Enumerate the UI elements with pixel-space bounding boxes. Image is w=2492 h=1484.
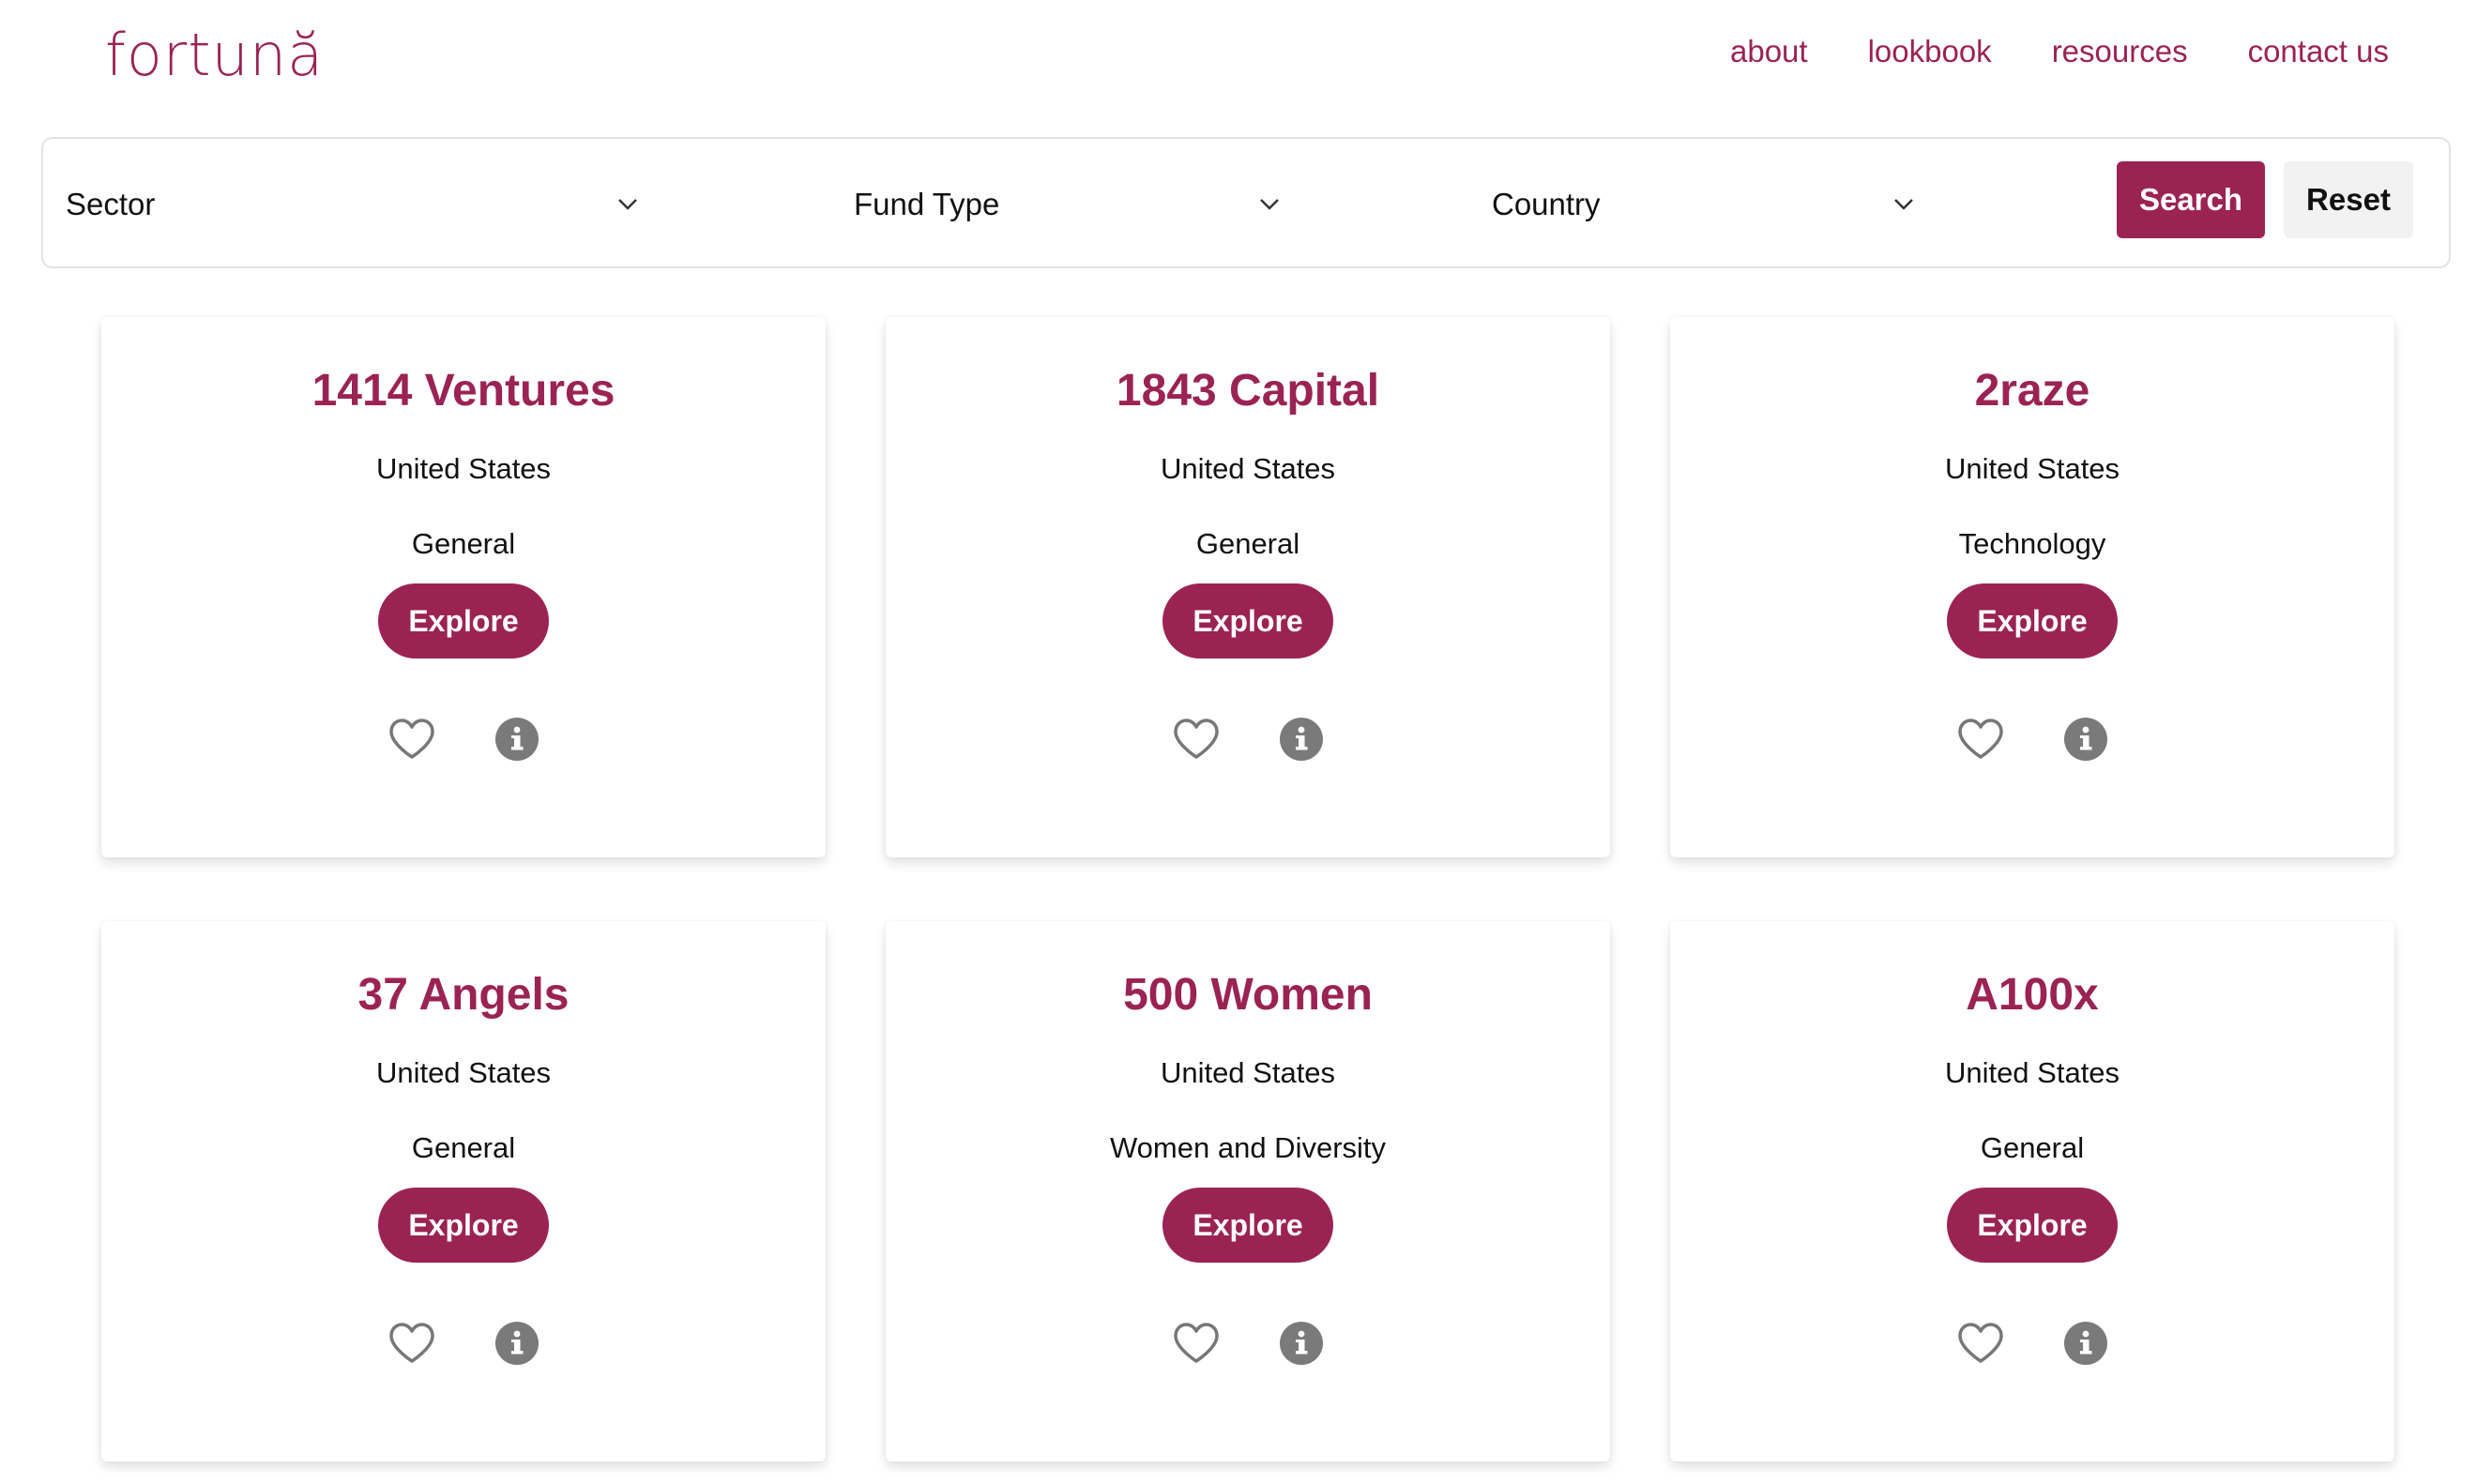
- heart-icon[interactable]: [1956, 1322, 2005, 1365]
- fund-card: 1843 Capital United States General Explo…: [886, 317, 1610, 857]
- nav-link-about[interactable]: about: [1730, 34, 1808, 69]
- fund-name: 1414 Ventures: [312, 366, 615, 416]
- fund-card: 37 Angels United States General Explore: [101, 921, 826, 1461]
- country-select-label: Country: [1492, 187, 1601, 221]
- explore-button[interactable]: Explore: [1162, 583, 1333, 659]
- fund-name: 1843 Capital: [1116, 366, 1380, 416]
- fund-country: United States: [1944, 1056, 2120, 1089]
- info-icon[interactable]: [2063, 717, 2108, 762]
- nav-link-resources[interactable]: resources: [2052, 34, 2188, 69]
- fund-country: United States: [1160, 452, 1336, 485]
- info-icon[interactable]: [1279, 1321, 1324, 1366]
- sector-select[interactable]: Sector: [66, 176, 638, 233]
- fund-name: 500 Women: [1123, 970, 1373, 1020]
- info-icon[interactable]: [2063, 1321, 2108, 1366]
- chevron-down-icon: [618, 199, 637, 210]
- heart-icon[interactable]: [1956, 718, 2005, 761]
- heart-icon[interactable]: [1172, 718, 1221, 761]
- explore-button[interactable]: Explore: [1947, 583, 2118, 659]
- fund-name: A100x: [1966, 970, 2099, 1020]
- fund-sector: Technology: [1958, 527, 2106, 560]
- fund-sector: General: [1980, 1131, 2085, 1164]
- fund-sector: General: [1195, 527, 1300, 560]
- fund-name: 2raze: [1974, 366, 2090, 416]
- logo[interactable]: fortună: [105, 21, 324, 89]
- explore-button[interactable]: Explore: [378, 583, 549, 659]
- fund-card: 2raze United States Technology Explore: [1670, 317, 2394, 857]
- fund-sector: Women and Diversity: [1109, 1131, 1387, 1164]
- card-actions: [387, 1321, 539, 1366]
- fund-card: 1414 Ventures United States General Expl…: [101, 317, 826, 857]
- reset-button[interactable]: Reset: [2284, 161, 2413, 238]
- info-icon[interactable]: [494, 1321, 539, 1366]
- country-select[interactable]: Country: [1492, 176, 1914, 233]
- heart-icon[interactable]: [387, 1322, 436, 1365]
- card-actions: [1172, 1321, 1324, 1366]
- card-actions: [387, 717, 539, 762]
- card-actions: [1956, 1321, 2108, 1366]
- main-nav: about lookbook resources contact us: [1730, 34, 2389, 69]
- fund-country: United States: [1160, 1056, 1336, 1089]
- chevron-down-icon: [1894, 199, 1913, 210]
- info-icon[interactable]: [1279, 717, 1324, 762]
- fund-card: 500 Women United States Women and Divers…: [886, 921, 1610, 1461]
- nav-link-contact-us[interactable]: contact us: [2248, 34, 2389, 69]
- sector-select-label: Sector: [66, 187, 156, 221]
- fund-sector: General: [411, 527, 516, 560]
- filter-bar: Sector Fund Type Country Search Reset: [41, 137, 2451, 268]
- fund-type-select[interactable]: Fund Type: [854, 176, 1280, 233]
- fund-name: 37 Angels: [357, 970, 570, 1020]
- fund-grid: 1414 Ventures United States General Expl…: [101, 317, 2394, 1461]
- card-actions: [1956, 717, 2108, 762]
- fund-country: United States: [375, 1056, 552, 1089]
- fund-sector: General: [411, 1131, 516, 1164]
- fund-card: A100x United States General Explore: [1670, 921, 2394, 1461]
- info-icon[interactable]: [494, 717, 539, 762]
- explore-button[interactable]: Explore: [1947, 1188, 2118, 1263]
- card-actions: [1172, 717, 1324, 762]
- fund-country: United States: [375, 452, 552, 485]
- nav-link-lookbook[interactable]: lookbook: [1868, 34, 1992, 69]
- explore-button[interactable]: Explore: [1162, 1188, 1333, 1263]
- chevron-down-icon: [1260, 199, 1279, 210]
- heart-icon[interactable]: [387, 718, 436, 761]
- fund-type-select-label: Fund Type: [854, 187, 1000, 221]
- heart-icon[interactable]: [1172, 1322, 1221, 1365]
- explore-button[interactable]: Explore: [378, 1188, 549, 1263]
- fund-country: United States: [1944, 452, 2120, 485]
- search-button[interactable]: Search: [2117, 161, 2265, 238]
- header: fortună about lookbook resources contact…: [0, 0, 2492, 131]
